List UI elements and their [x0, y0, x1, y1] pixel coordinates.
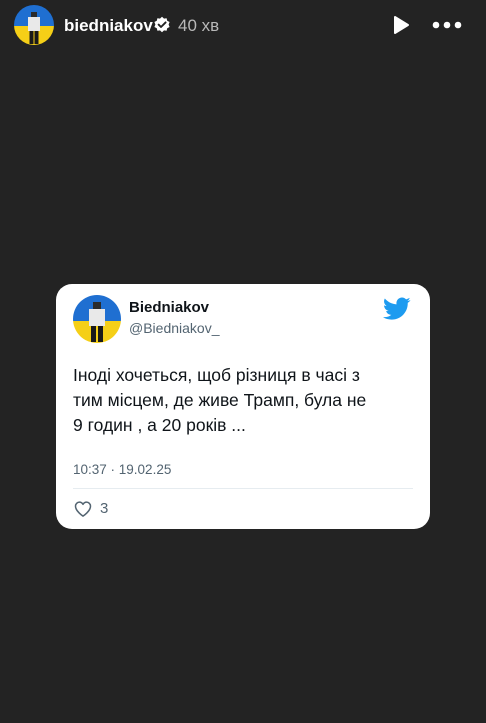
story-viewer: biedniakov 40 хв Biedniakov @Biedniakov_… [0, 0, 486, 723]
story-time-ago: 40 хв [178, 16, 220, 35]
play-button[interactable] [390, 14, 412, 36]
tweet-card[interactable]: Biedniakov @Biedniakov_ Іноді хочеться, … [56, 284, 430, 529]
tweet-avatar[interactable] [73, 295, 121, 343]
more-options-icon [432, 21, 462, 29]
story-header: biedniakov 40 хв [0, 0, 486, 56]
twitter-bird-icon [383, 297, 411, 321]
divider [73, 488, 413, 489]
story-username[interactable]: biedniakov [64, 15, 153, 37]
tweet-handle[interactable]: @Biedniakov_ [129, 319, 220, 337]
avatar-image [14, 5, 54, 45]
heart-icon[interactable] [73, 499, 93, 519]
tweet-avatar-image [73, 295, 121, 343]
verified-badge-icon [153, 16, 171, 34]
tweet-text: Іноді хочеться, щоб різниця в часі з тим… [73, 365, 367, 435]
like-count: 3 [100, 500, 109, 517]
more-options-button[interactable] [432, 15, 462, 35]
tweet-timestamp[interactable]: 10:37 · 19.02.25 [73, 461, 171, 479]
avatar[interactable] [14, 5, 54, 45]
tweet-display-name[interactable]: Biedniakov [129, 299, 209, 317]
play-icon [394, 16, 409, 34]
